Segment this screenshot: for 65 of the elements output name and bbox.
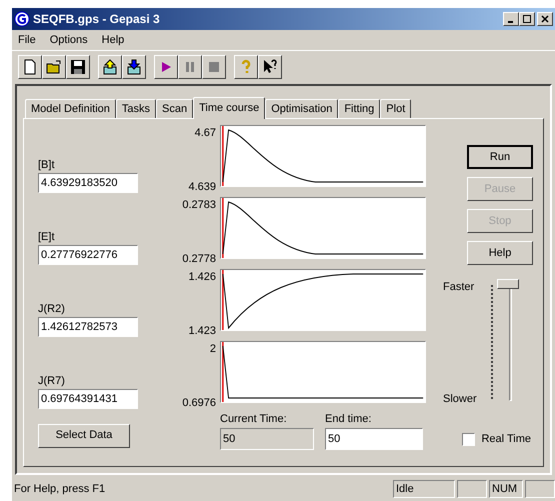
value-field[interactable]: 0.69764391431 (38, 389, 138, 409)
slider-thumb[interactable] (497, 279, 519, 289)
window-title: SEQFB.gps - Gepasi 3 (33, 11, 160, 28)
status-pane (457, 480, 487, 498)
tab[interactable]: Time course (193, 97, 266, 119)
real-time-label: Real Time (481, 432, 531, 447)
tab[interactable]: Tasks (116, 99, 156, 118)
toolbar-button[interactable] (154, 54, 178, 78)
toolbar-button[interactable] (98, 54, 122, 78)
variable-label: J(R2) (38, 302, 66, 316)
current-time-label: Current Time: (220, 412, 288, 427)
tab[interactable]: Plot (380, 99, 412, 118)
close-icon (541, 15, 549, 23)
variable-label: [E]t (38, 230, 56, 244)
context-help-icon (262, 58, 278, 74)
menu-item[interactable]: Options (50, 32, 88, 48)
toolbar-button[interactable] (178, 54, 202, 78)
tab[interactable]: Fitting (338, 99, 380, 118)
end-time-label: End time: (325, 412, 372, 427)
tab[interactable]: Model Definition (25, 99, 116, 118)
maximize-button[interactable] (519, 12, 535, 26)
axis-min-label: 0.6976 (182, 396, 216, 410)
status-pane (525, 480, 555, 498)
value-field[interactable]: 1.42612782573 (38, 317, 138, 337)
axis-min-label: 0.2778 (182, 252, 216, 266)
menu-item[interactable]: File (18, 32, 36, 48)
variable-label: [B]t (38, 158, 56, 172)
axis-min-label: 4.639 (188, 180, 216, 194)
toolbar-button[interactable] (18, 54, 42, 78)
status-message: For Help, press F1 (13, 482, 106, 497)
toolbar-button[interactable] (258, 54, 282, 78)
minimize-button[interactable] (503, 12, 519, 26)
toolbar-button[interactable] (42, 54, 66, 78)
real-time-checkbox[interactable] (462, 432, 476, 446)
axis-max-label: 1.426 (188, 270, 216, 285)
axis-max-label: 0.2783 (182, 198, 216, 213)
tab[interactable]: Scan (156, 99, 194, 118)
tab[interactable]: Optimisation (265, 99, 338, 118)
value-field[interactable]: 0.27776922776 (38, 245, 138, 265)
axis-max-label: 2 (210, 342, 216, 357)
faster-label: Faster (443, 280, 476, 295)
close-button[interactable] (537, 12, 553, 26)
slower-label: Slower (443, 392, 478, 406)
new-file-icon (22, 58, 38, 74)
app-logo-icon (14, 11, 30, 27)
status-pane: NUM (489, 480, 523, 498)
axis-min-label: 1.423 (188, 324, 216, 338)
upload-icon (102, 58, 118, 74)
action-button[interactable]: Run (467, 145, 533, 169)
download-icon (126, 58, 142, 74)
value-field[interactable]: 4.63929183520 (38, 173, 138, 193)
open-folder-icon (46, 58, 62, 74)
menu-item[interactable]: Help (102, 32, 124, 48)
toolbar-button[interactable] (122, 54, 146, 78)
toolbar-button[interactable] (66, 54, 90, 78)
toolbar-button[interactable] (202, 54, 226, 78)
status-pane: Idle (393, 480, 455, 498)
toolbar-button[interactable] (234, 54, 258, 78)
select-data-button[interactable]: Select Data (38, 424, 130, 448)
action-button[interactable]: Help (467, 241, 533, 265)
current-time-field[interactable]: 50 (220, 428, 314, 450)
end-time-field[interactable]: 50 (325, 428, 423, 450)
axis-max-label: 4.67 (194, 126, 216, 141)
variable-label: J(R7) (38, 374, 66, 388)
maximize-icon (523, 15, 531, 23)
